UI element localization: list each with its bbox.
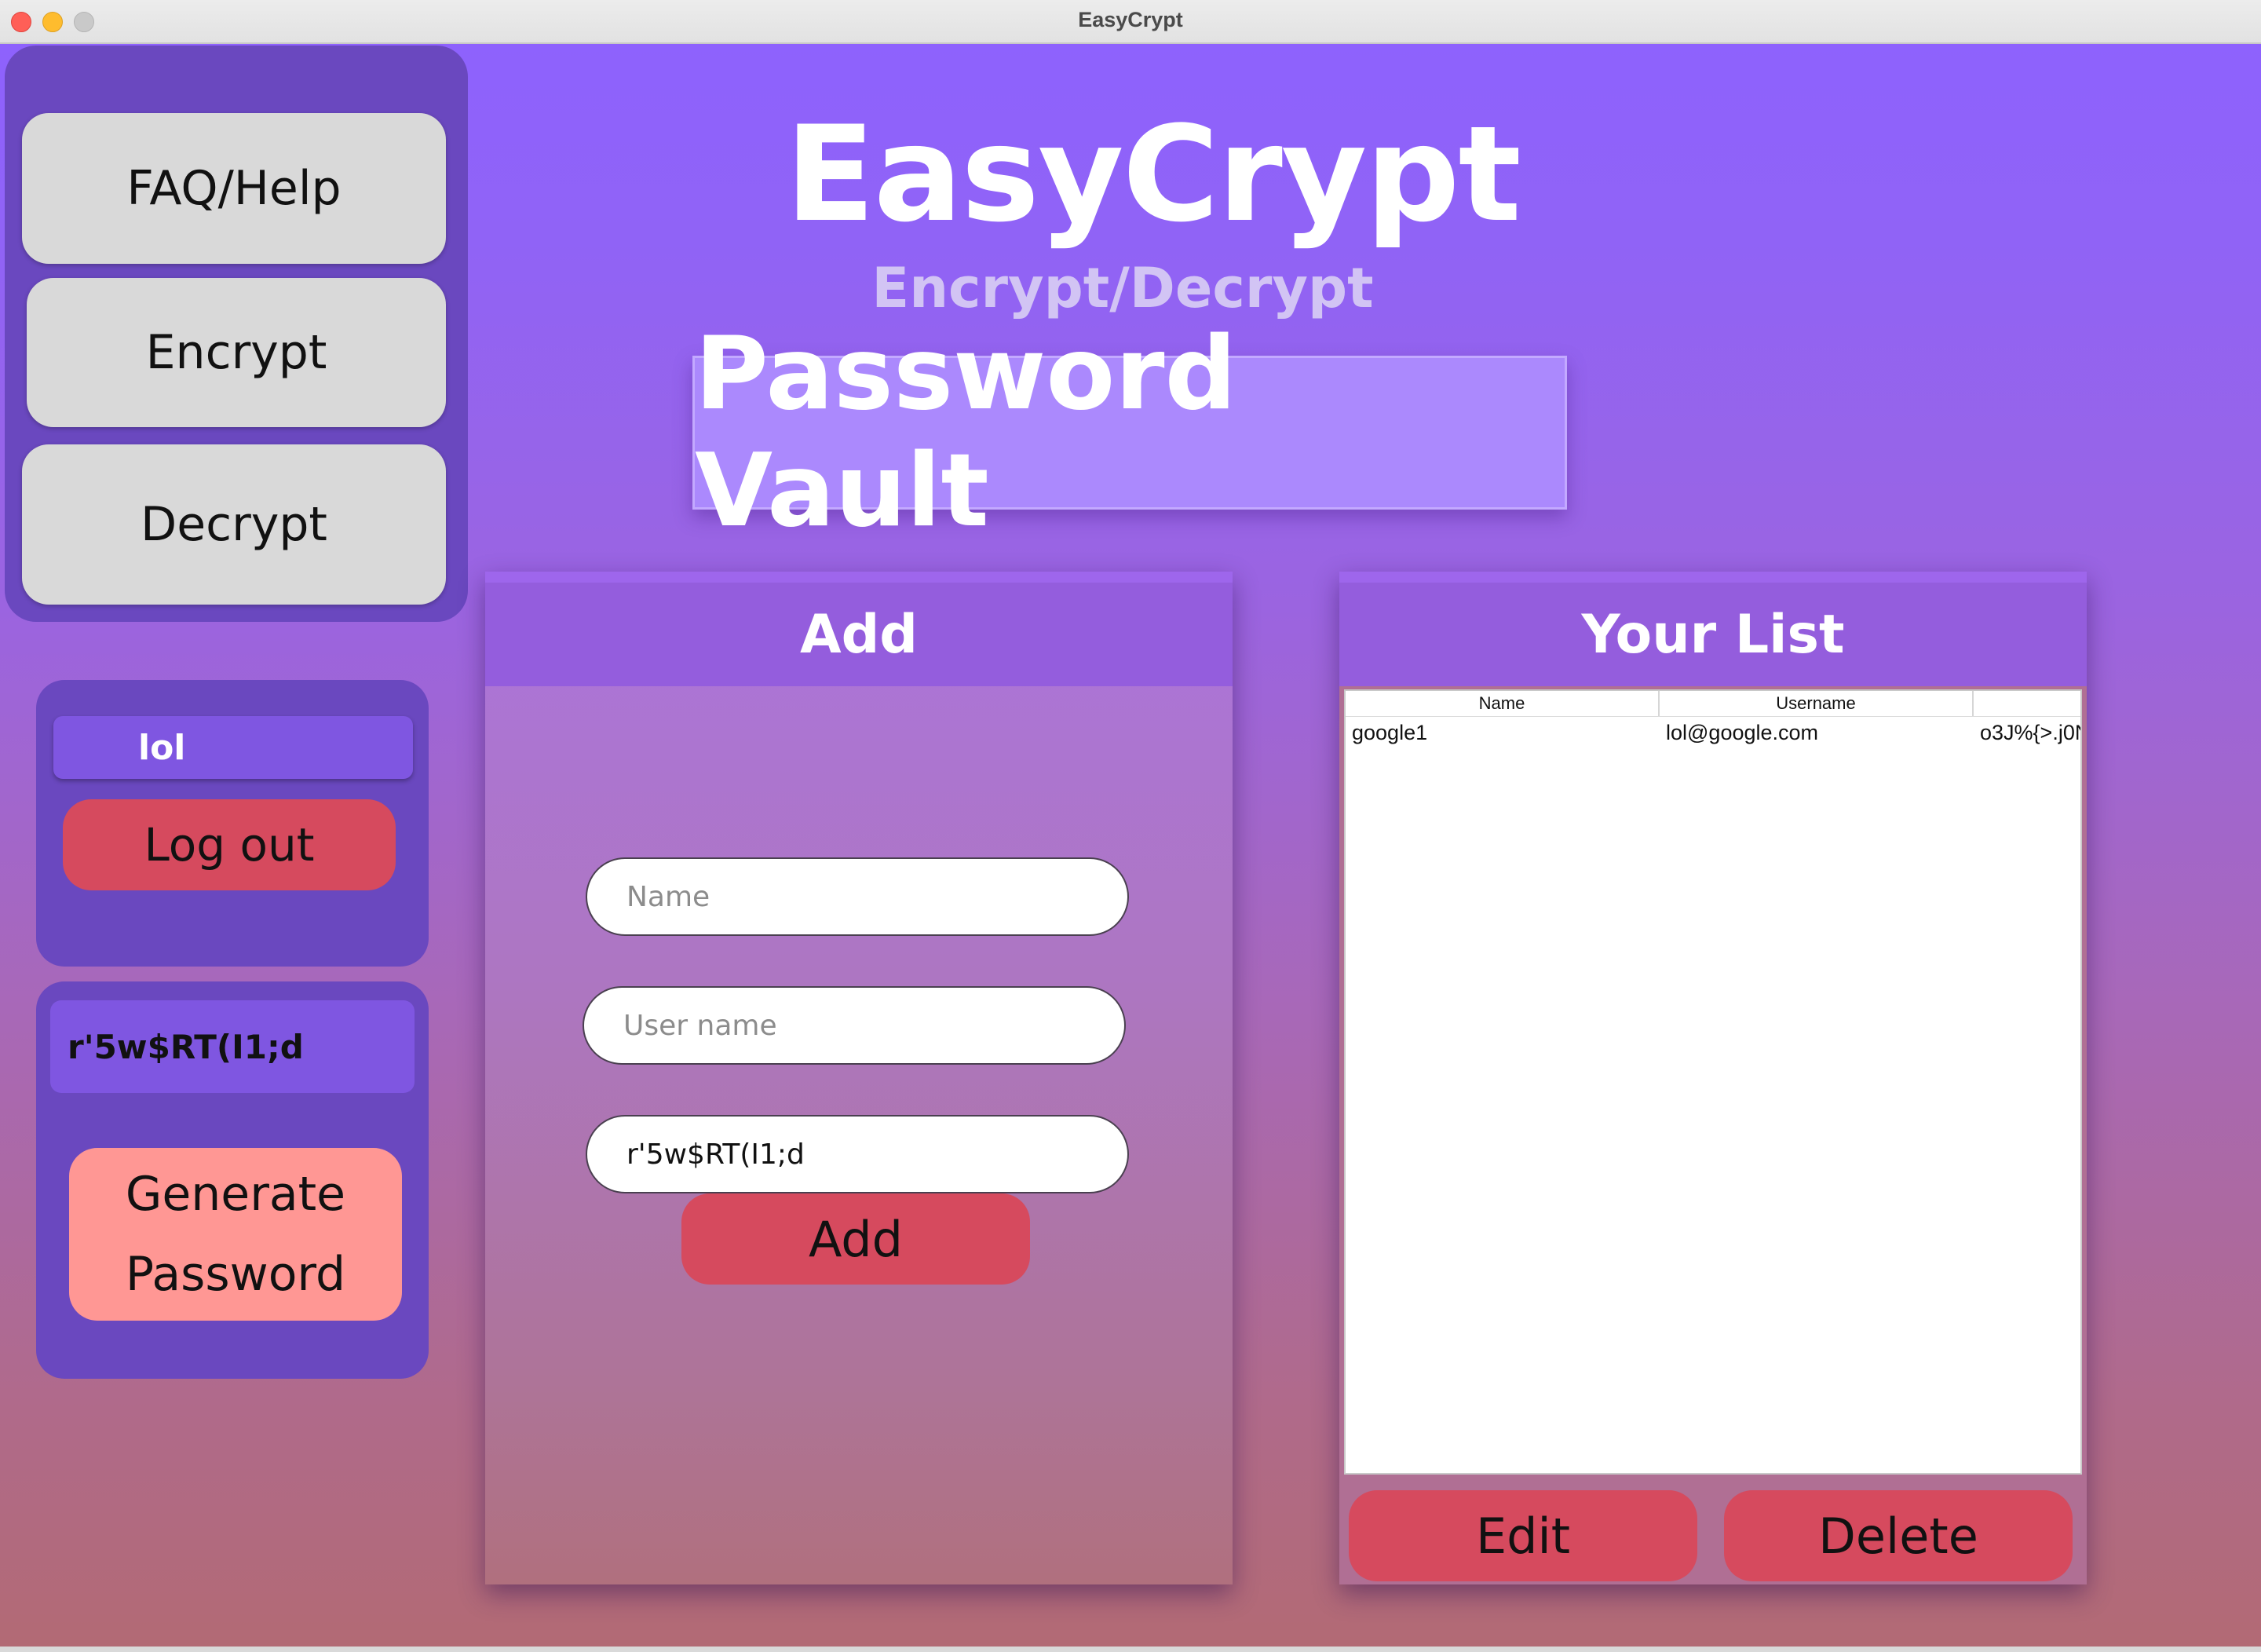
password-generator-panel: r'5w$RT(I1;d Generate Password [36, 981, 429, 1379]
title-bar: EasyCrypt [0, 0, 2261, 44]
password-table[interactable]: Name Username google1 lol@google.com o3J… [1344, 689, 2082, 1475]
add-card-title: Add [485, 572, 1233, 686]
window-bottom-edge [0, 1647, 2261, 1652]
app-title: EasyCrypt [785, 97, 1521, 251]
generated-password-display: r'5w$RT(I1;d [50, 1000, 415, 1093]
app-window: EasyCrypt FAQ/Help Encrypt Decrypt lol L… [0, 0, 2261, 1652]
password-input[interactable]: r'5w$RT(I1;d [586, 1115, 1129, 1193]
window-title: EasyCrypt [1078, 8, 1183, 31]
page-title: Password Vault [692, 316, 1567, 550]
encrypt-button[interactable]: Encrypt [27, 278, 446, 427]
row-password-cell: o3J%{>.j0N [1980, 721, 2082, 744]
nav-panel: FAQ/Help Encrypt Decrypt [5, 46, 468, 622]
logout-button[interactable]: Log out [63, 799, 396, 890]
app-subtitle: Encrypt/Decrypt [871, 256, 1374, 320]
password-list-card: Your List Name Username google1 lol@goog… [1339, 572, 2087, 1584]
table-header: Name Username [1346, 691, 2080, 717]
faq-help-button[interactable]: FAQ/Help [22, 113, 446, 264]
edit-button[interactable]: Edit [1349, 1490, 1697, 1581]
username-label: lol [53, 716, 413, 779]
delete-button[interactable]: Delete [1724, 1490, 2073, 1581]
column-header-password[interactable] [1974, 691, 2080, 716]
generate-password-button[interactable]: Generate Password [69, 1148, 402, 1321]
generate-password-label-line1: Generate [125, 1167, 346, 1222]
row-username-cell: lol@google.com [1666, 721, 1819, 744]
list-card-title: Your List [1339, 572, 2087, 686]
table-row[interactable]: google1 lol@google.com o3J%{>.j0N [1346, 718, 2080, 747]
user-panel: lol Log out [36, 680, 429, 967]
app-content: FAQ/Help Encrypt Decrypt lol Log out r'5… [0, 44, 2261, 1652]
generate-password-label-line2: Password [125, 1247, 346, 1302]
column-header-username[interactable]: Username [1660, 691, 1974, 716]
name-input[interactable]: Name [586, 857, 1129, 936]
add-entry-card: Add Name User name r'5w$RT(I1;d Add [485, 572, 1233, 1584]
column-header-name[interactable]: Name [1346, 691, 1660, 716]
add-button[interactable]: Add [681, 1193, 1030, 1285]
row-name-cell: google1 [1352, 721, 1428, 744]
decrypt-button[interactable]: Decrypt [22, 444, 446, 605]
username-input[interactable]: User name [583, 986, 1126, 1065]
